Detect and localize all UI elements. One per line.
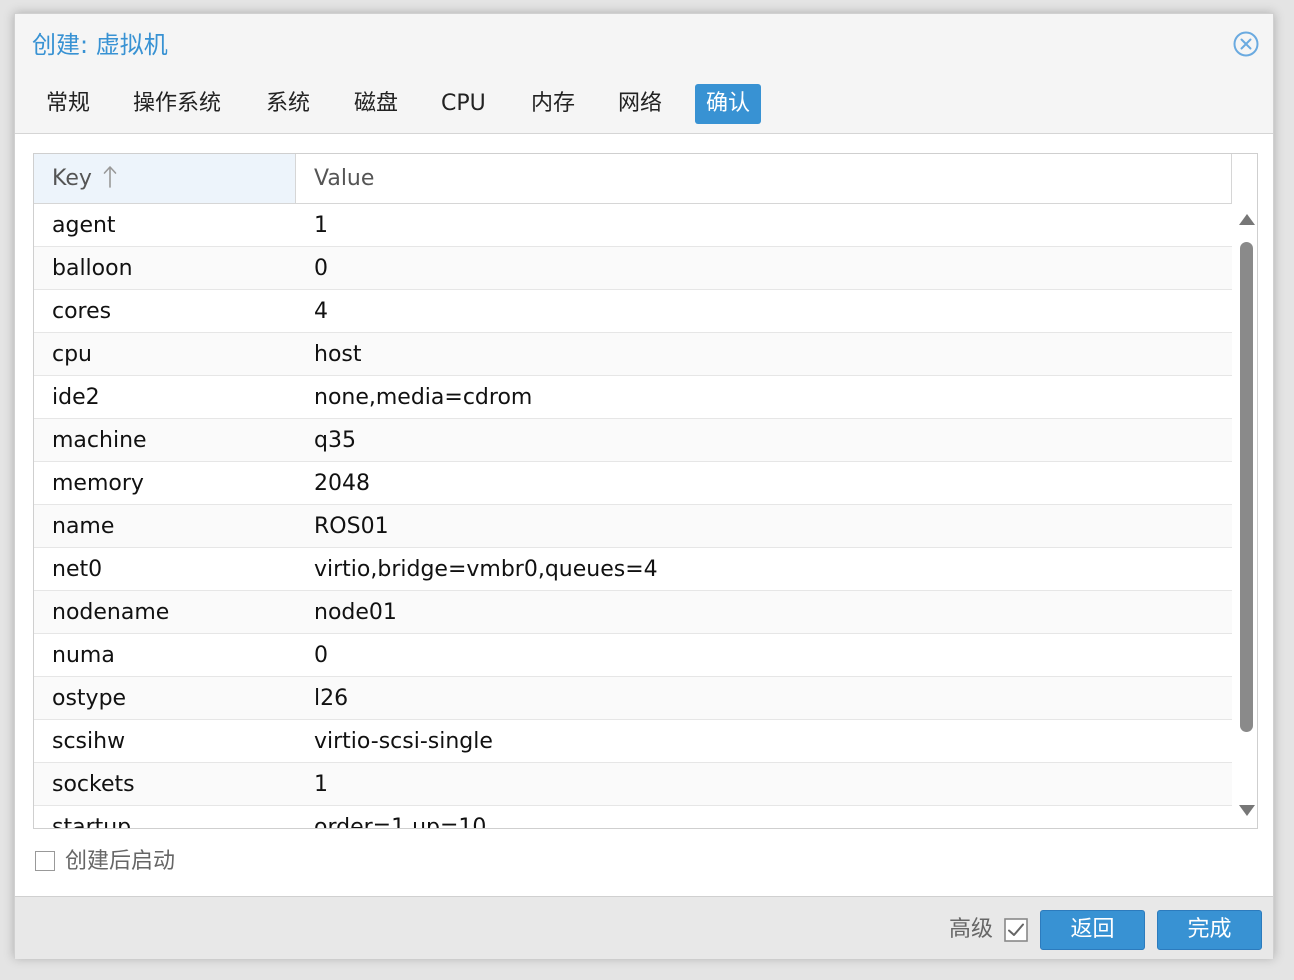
scroll-down-arrow-icon[interactable] xyxy=(1239,805,1255,816)
cell-value: l26 xyxy=(314,686,349,711)
tab-memory[interactable]: 内存 xyxy=(520,84,586,124)
cell-value: node01 xyxy=(314,600,397,625)
cell-key: net0 xyxy=(52,557,103,582)
tab-disks[interactable]: 磁盘 xyxy=(343,84,409,124)
grid-rows: agent 1 balloon 0 cores 4 cpu host ide2 none,… xyxy=(34,204,1232,829)
scroll-thumb[interactable] xyxy=(1240,242,1253,732)
cell-key: startup xyxy=(52,815,132,829)
table-row[interactable]: numa 0 xyxy=(34,634,1232,677)
table-row[interactable]: cpu host xyxy=(34,333,1232,376)
cell-value: 4 xyxy=(314,299,328,324)
tab-confirm[interactable]: 确认 xyxy=(695,84,762,124)
dialog-footer: 高级 返回 完成 xyxy=(15,896,1273,959)
cell-value: 0 xyxy=(314,643,328,668)
column-header-key-label: Key xyxy=(52,166,92,191)
column-header-value-label: Value xyxy=(314,166,375,191)
finish-button[interactable]: 完成 xyxy=(1157,910,1262,950)
cell-value: 1 xyxy=(314,213,328,238)
advanced-checkbox[interactable] xyxy=(1004,918,1028,942)
table-row[interactable]: memory 2048 xyxy=(34,462,1232,505)
table-row[interactable]: sockets 1 xyxy=(34,763,1232,806)
table-row[interactable]: scsihw virtio-scsi-single xyxy=(34,720,1232,763)
confirm-panel: Key Value agent 1 balloon 0 cores 4 cpu host… xyxy=(15,133,1273,896)
cell-value: virtio,bridge=vmbr0,queues=4 xyxy=(314,557,658,582)
table-row[interactable]: cores 4 xyxy=(34,290,1232,333)
tab-network[interactable]: 网络 xyxy=(607,84,673,124)
dialog-title: 创建: 虚拟机 xyxy=(32,31,168,59)
table-row[interactable]: machine q35 xyxy=(34,419,1232,462)
column-header-value[interactable]: Value xyxy=(296,154,1232,203)
create-vm-dialog: 创建: 虚拟机 常规 操作系统 系统 磁盘 CPU 内存 网络 确认 Key V… xyxy=(14,13,1274,959)
tab-os[interactable]: 操作系统 xyxy=(122,84,232,124)
grid-scrollbar[interactable] xyxy=(1237,214,1255,822)
start-after-create-label: 创建后启动 xyxy=(65,849,176,874)
cell-value: host xyxy=(314,342,362,367)
start-after-create-checkbox[interactable] xyxy=(35,851,55,871)
table-row[interactable]: ostype l26 xyxy=(34,677,1232,720)
cell-key: balloon xyxy=(52,256,133,281)
table-row[interactable]: nodename node01 xyxy=(34,591,1232,634)
sort-ascending-icon xyxy=(103,158,117,188)
cell-key: machine xyxy=(52,428,147,453)
grid-header: Key Value xyxy=(34,154,1232,204)
table-row[interactable]: agent 1 xyxy=(34,204,1232,247)
cell-key: nodename xyxy=(52,600,170,625)
cell-key: ostype xyxy=(52,686,127,711)
cell-value: order=1,up=10 xyxy=(314,815,487,829)
start-after-create-option[interactable]: 创建后启动 xyxy=(35,847,175,877)
tab-general[interactable]: 常规 xyxy=(35,84,101,124)
cell-key: cores xyxy=(52,299,112,324)
table-row[interactable]: balloon 0 xyxy=(34,247,1232,290)
table-row[interactable]: ide2 none,media=cdrom xyxy=(34,376,1232,419)
cell-key: scsihw xyxy=(52,729,126,754)
table-row[interactable]: name ROS01 xyxy=(34,505,1232,548)
cell-key: ide2 xyxy=(52,385,100,410)
config-grid: Key Value agent 1 balloon 0 cores 4 cpu host… xyxy=(33,153,1258,829)
cell-value: none,media=cdrom xyxy=(314,385,533,410)
cell-value: 1 xyxy=(314,772,328,797)
cell-value: q35 xyxy=(314,428,356,453)
table-row[interactable]: startup order=1,up=10 xyxy=(34,806,1232,829)
table-row[interactable]: net0 virtio,bridge=vmbr0,queues=4 xyxy=(34,548,1232,591)
scroll-up-arrow-icon[interactable] xyxy=(1239,214,1255,225)
cell-key: sockets xyxy=(52,772,135,797)
cell-value: virtio-scsi-single xyxy=(314,729,493,754)
cell-key: memory xyxy=(52,471,144,496)
back-button[interactable]: 返回 xyxy=(1040,910,1145,950)
close-icon[interactable] xyxy=(1233,31,1259,57)
cell-value: ROS01 xyxy=(314,514,389,539)
tab-system[interactable]: 系统 xyxy=(255,84,321,124)
cell-value: 0 xyxy=(314,256,328,281)
cell-key: cpu xyxy=(52,342,93,367)
cell-key: name xyxy=(52,514,115,539)
cell-key: agent xyxy=(52,213,116,238)
checkmark-icon xyxy=(1004,918,1028,942)
tab-cpu[interactable]: CPU xyxy=(430,84,497,124)
cell-value: 2048 xyxy=(314,471,370,496)
advanced-label: 高级 xyxy=(949,917,994,942)
cell-key: numa xyxy=(52,643,115,668)
column-header-key[interactable]: Key xyxy=(34,154,296,203)
